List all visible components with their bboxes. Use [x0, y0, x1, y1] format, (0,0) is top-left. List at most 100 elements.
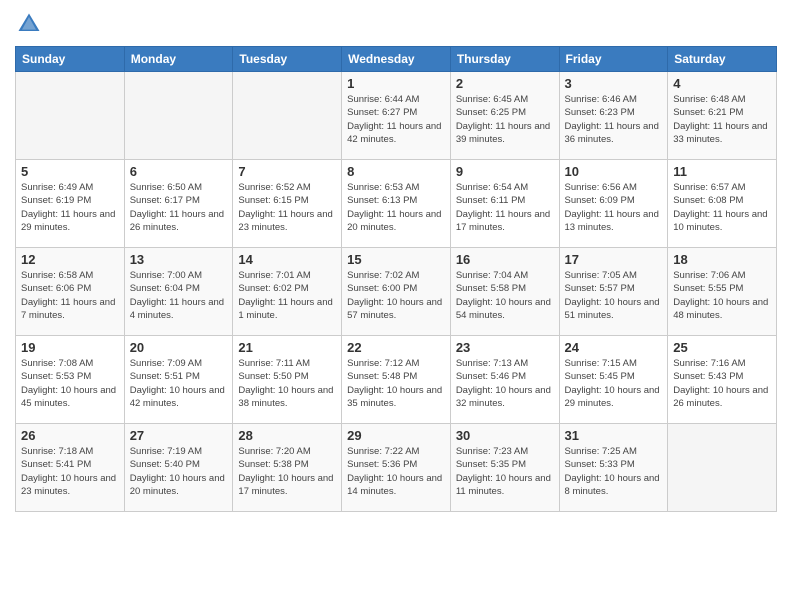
- table-row: 15 Sunrise: 7:02 AMSunset: 6:00 PMDayligh…: [342, 248, 451, 336]
- table-row: 12 Sunrise: 6:58 AMSunset: 6:06 PMDayligh…: [16, 248, 125, 336]
- table-row: 5Sunrise: 6:49 AMSunset: 6:19 PMDaylight…: [16, 160, 125, 248]
- day-number: 9: [456, 164, 554, 179]
- table-row: 20 Sunrise: 7:09 AMSunset: 5:51 PMDayligh…: [124, 336, 233, 424]
- table-row: 23 Sunrise: 7:13 AMSunset: 5:46 PMDayligh…: [450, 336, 559, 424]
- day-info: Sunrise: 7:04 AMSunset: 5:58 PMDaylight:…: [456, 269, 554, 322]
- day-number: 20: [130, 340, 228, 355]
- day-number: 12: [21, 252, 119, 267]
- col-wednesday: Wednesday: [342, 47, 451, 72]
- table-row: 28 Sunrise: 7:20 AMSunset: 5:38 PMDayligh…: [233, 424, 342, 512]
- day-number: 24: [565, 340, 663, 355]
- day-info: Sunrise: 7:22 AMSunset: 5:36 PMDaylight:…: [347, 445, 445, 498]
- table-row: 10Sunrise: 6:56 AMSunset: 6:09 PMDayligh…: [559, 160, 668, 248]
- day-number: 28: [238, 428, 336, 443]
- table-row: 1Sunrise: 6:44 AMSunset: 6:27 PMDaylight…: [342, 72, 451, 160]
- table-row: 11 Sunrise: 6:57 AMSunset: 6:08 PMDayligh…: [668, 160, 777, 248]
- day-number: 3: [565, 76, 663, 91]
- table-row: 18 Sunrise: 7:06 AMSunset: 5:55 PMDayligh…: [668, 248, 777, 336]
- table-row: 29 Sunrise: 7:22 AMSunset: 5:36 PMDayligh…: [342, 424, 451, 512]
- col-thursday: Thursday: [450, 47, 559, 72]
- day-info: Sunrise: 6:58 AMSunset: 6:06 PMDaylight:…: [21, 269, 119, 322]
- table-row: 22 Sunrise: 7:12 AMSunset: 5:48 PMDayligh…: [342, 336, 451, 424]
- table-row: [233, 72, 342, 160]
- day-number: 4: [673, 76, 771, 91]
- calendar-week-row: 12 Sunrise: 6:58 AMSunset: 6:06 PMDayligh…: [16, 248, 777, 336]
- table-row: 2Sunrise: 6:45 AMSunset: 6:25 PMDaylight…: [450, 72, 559, 160]
- day-number: 10: [565, 164, 663, 179]
- table-row: [124, 72, 233, 160]
- table-row: 19 Sunrise: 7:08 AMSunset: 5:53 PMDayligh…: [16, 336, 125, 424]
- day-number: 16: [456, 252, 554, 267]
- day-number: 29: [347, 428, 445, 443]
- col-sunday: Sunday: [16, 47, 125, 72]
- day-number: 11: [673, 164, 771, 179]
- day-info: Sunrise: 6:52 AMSunset: 6:15 PMDaylight:…: [238, 181, 336, 234]
- day-number: 14: [238, 252, 336, 267]
- table-row: 25Sunrise: 7:16 AMSunset: 5:43 PMDayligh…: [668, 336, 777, 424]
- day-number: 7: [238, 164, 336, 179]
- day-info: Sunrise: 6:50 AMSunset: 6:17 PMDaylight:…: [130, 181, 228, 234]
- table-row: 21 Sunrise: 7:11 AMSunset: 5:50 PMDayligh…: [233, 336, 342, 424]
- day-info: Sunrise: 7:01 AMSunset: 6:02 PMDaylight:…: [238, 269, 336, 322]
- day-number: 22: [347, 340, 445, 355]
- day-number: 26: [21, 428, 119, 443]
- table-row: [668, 424, 777, 512]
- header: [15, 10, 777, 38]
- day-number: 6: [130, 164, 228, 179]
- day-info: Sunrise: 6:54 AMSunset: 6:11 PMDaylight:…: [456, 181, 554, 234]
- day-info: Sunrise: 7:20 AMSunset: 5:38 PMDaylight:…: [238, 445, 336, 498]
- day-info: Sunrise: 7:08 AMSunset: 5:53 PMDaylight:…: [21, 357, 119, 410]
- day-number: 31: [565, 428, 663, 443]
- day-number: 23: [456, 340, 554, 355]
- day-info: Sunrise: 7:15 AMSunset: 5:45 PMDaylight:…: [565, 357, 663, 410]
- table-row: 16 Sunrise: 7:04 AMSunset: 5:58 PMDayligh…: [450, 248, 559, 336]
- day-number: 8: [347, 164, 445, 179]
- day-number: 17: [565, 252, 663, 267]
- day-info: Sunrise: 6:46 AMSunset: 6:23 PMDaylight:…: [565, 93, 663, 146]
- logo: [15, 10, 47, 38]
- day-number: 21: [238, 340, 336, 355]
- table-row: 31 Sunrise: 7:25 AMSunset: 5:33 PMDayligh…: [559, 424, 668, 512]
- day-info: Sunrise: 7:13 AMSunset: 5:46 PMDaylight:…: [456, 357, 554, 410]
- logo-icon: [15, 10, 43, 38]
- col-monday: Monday: [124, 47, 233, 72]
- table-row: 17 Sunrise: 7:05 AMSunset: 5:57 PMDayligh…: [559, 248, 668, 336]
- day-info: Sunrise: 7:19 AMSunset: 5:40 PMDaylight:…: [130, 445, 228, 498]
- table-row: 7 Sunrise: 6:52 AMSunset: 6:15 PMDaylight…: [233, 160, 342, 248]
- day-number: 27: [130, 428, 228, 443]
- day-info: Sunrise: 7:16 AMSunset: 5:43 PMDaylight:…: [673, 357, 771, 410]
- day-info: Sunrise: 7:11 AMSunset: 5:50 PMDaylight:…: [238, 357, 336, 410]
- col-saturday: Saturday: [668, 47, 777, 72]
- header-row: Sunday Monday Tuesday Wednesday Thursday…: [16, 47, 777, 72]
- day-info: Sunrise: 7:18 AMSunset: 5:41 PMDaylight:…: [21, 445, 119, 498]
- calendar-week-row: 5Sunrise: 6:49 AMSunset: 6:19 PMDaylight…: [16, 160, 777, 248]
- calendar-week-row: 19 Sunrise: 7:08 AMSunset: 5:53 PMDayligh…: [16, 336, 777, 424]
- day-info: Sunrise: 7:09 AMSunset: 5:51 PMDaylight:…: [130, 357, 228, 410]
- table-row: 14 Sunrise: 7:01 AMSunset: 6:02 PMDayligh…: [233, 248, 342, 336]
- day-info: Sunrise: 7:02 AMSunset: 6:00 PMDaylight:…: [347, 269, 445, 322]
- day-info: Sunrise: 6:48 AMSunset: 6:21 PMDaylight:…: [673, 93, 771, 146]
- table-row: [16, 72, 125, 160]
- day-info: Sunrise: 6:44 AMSunset: 6:27 PMDaylight:…: [347, 93, 445, 146]
- table-row: 26 Sunrise: 7:18 AMSunset: 5:41 PMDayligh…: [16, 424, 125, 512]
- day-number: 30: [456, 428, 554, 443]
- table-row: 6 Sunrise: 6:50 AMSunset: 6:17 PMDaylight…: [124, 160, 233, 248]
- calendar-page: Sunday Monday Tuesday Wednesday Thursday…: [0, 0, 792, 612]
- day-info: Sunrise: 6:57 AMSunset: 6:08 PMDaylight:…: [673, 181, 771, 234]
- day-number: 19: [21, 340, 119, 355]
- day-info: Sunrise: 7:05 AMSunset: 5:57 PMDaylight:…: [565, 269, 663, 322]
- table-row: 27 Sunrise: 7:19 AMSunset: 5:40 PMDayligh…: [124, 424, 233, 512]
- day-info: Sunrise: 6:53 AMSunset: 6:13 PMDaylight:…: [347, 181, 445, 234]
- day-info: Sunrise: 7:06 AMSunset: 5:55 PMDaylight:…: [673, 269, 771, 322]
- day-info: Sunrise: 7:12 AMSunset: 5:48 PMDaylight:…: [347, 357, 445, 410]
- day-info: Sunrise: 6:45 AMSunset: 6:25 PMDaylight:…: [456, 93, 554, 146]
- calendar-table: Sunday Monday Tuesday Wednesday Thursday…: [15, 46, 777, 512]
- table-row: 13 Sunrise: 7:00 AMSunset: 6:04 PMDayligh…: [124, 248, 233, 336]
- day-info: Sunrise: 7:00 AMSunset: 6:04 PMDaylight:…: [130, 269, 228, 322]
- table-row: 4 Sunrise: 6:48 AMSunset: 6:21 PMDaylight…: [668, 72, 777, 160]
- day-info: Sunrise: 7:25 AMSunset: 5:33 PMDaylight:…: [565, 445, 663, 498]
- day-number: 13: [130, 252, 228, 267]
- day-number: 18: [673, 252, 771, 267]
- day-info: Sunrise: 6:49 AMSunset: 6:19 PMDaylight:…: [21, 181, 119, 234]
- day-number: 15: [347, 252, 445, 267]
